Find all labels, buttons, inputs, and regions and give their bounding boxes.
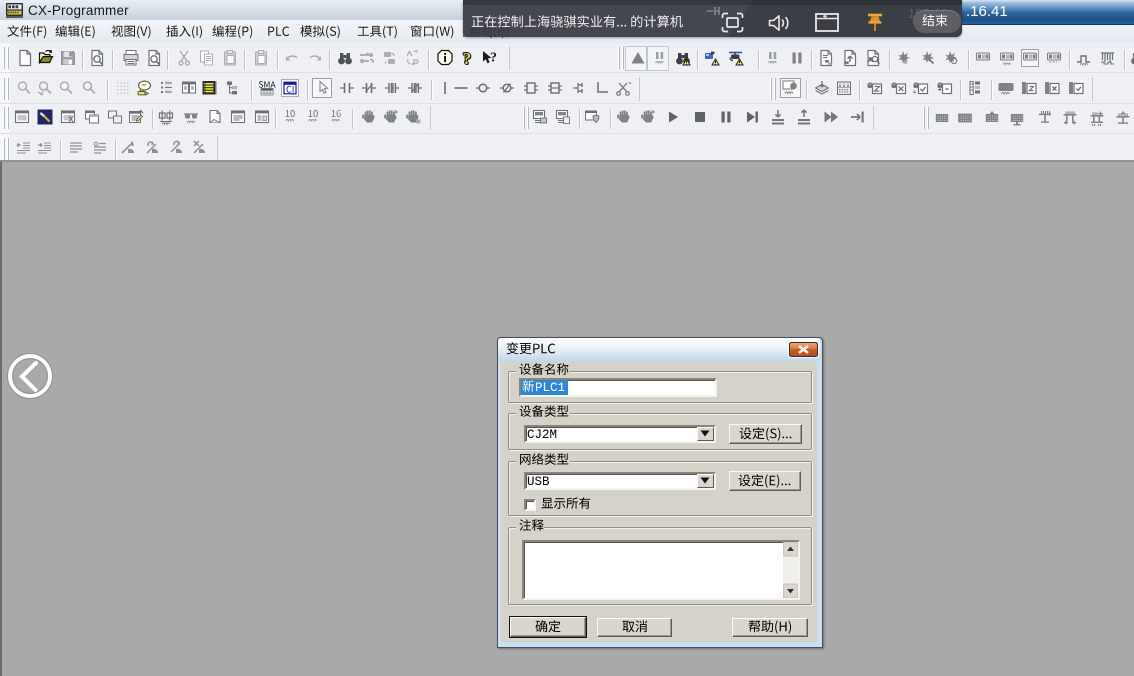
svg-text:?: ? bbox=[463, 49, 472, 67]
svg-text:?: ? bbox=[490, 51, 497, 66]
